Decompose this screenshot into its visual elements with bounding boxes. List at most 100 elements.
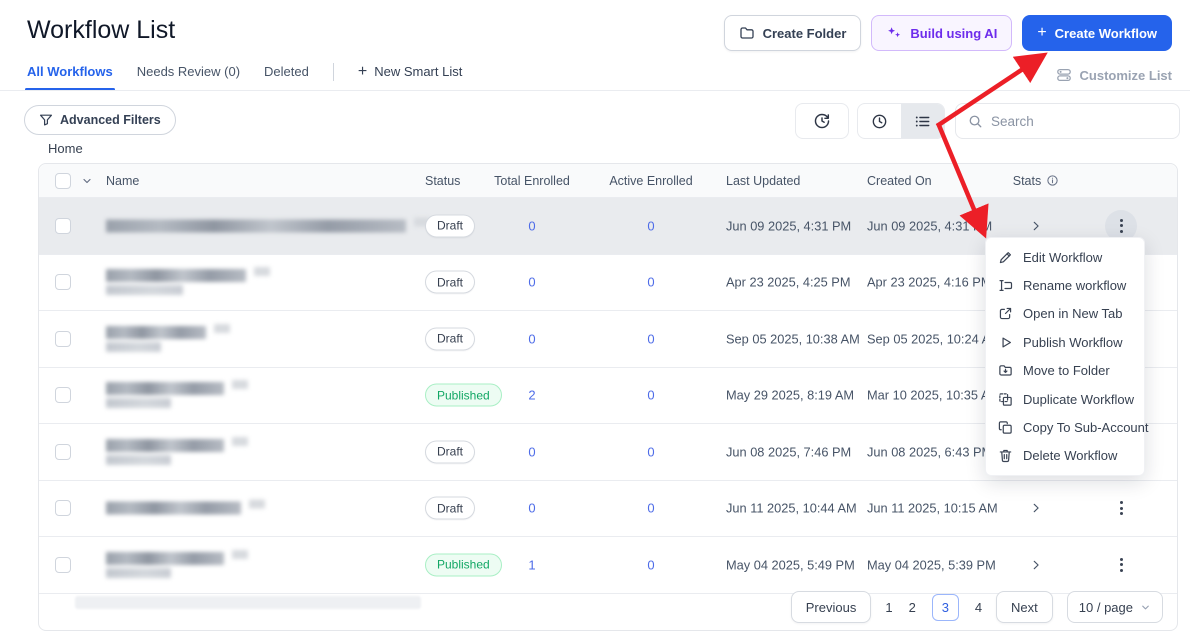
- last-updated-value: Jun 09 2025, 4:31 PM: [726, 218, 851, 233]
- breadcrumb[interactable]: Home: [48, 141, 83, 156]
- page-number-3[interactable]: 3: [932, 594, 959, 621]
- created-on-value: Mar 10 2025, 10:35 AM: [867, 388, 1000, 403]
- workflow-name-redacted[interactable]: [106, 382, 248, 408]
- build-using-ai-button[interactable]: Build using AI: [871, 15, 1012, 51]
- pagination: Previous 1 2 3 4 Next 10 / page: [791, 590, 1163, 624]
- stats-header-label: Stats: [1013, 174, 1042, 188]
- status-badge: Draft: [425, 497, 475, 520]
- active-enrolled-value[interactable]: 0: [596, 501, 706, 516]
- menu-item-duplicate-workflow[interactable]: Duplicate Workflow: [986, 385, 1144, 413]
- total-enrolled-value[interactable]: 2: [477, 388, 587, 403]
- menu-item-label: Copy To Sub-Account: [1023, 420, 1149, 435]
- chevron-down-icon[interactable]: [81, 175, 93, 187]
- page-size-label: 10 / page: [1079, 600, 1133, 615]
- total-enrolled-value[interactable]: 0: [477, 275, 587, 290]
- search-input[interactable]: [991, 114, 1168, 129]
- workflow-name-redacted[interactable]: [106, 552, 248, 578]
- column-header-created-on[interactable]: Created On: [867, 174, 932, 188]
- tab-needs-review[interactable]: Needs Review (0): [137, 64, 240, 88]
- column-header-active-enrolled[interactable]: Active Enrolled: [596, 174, 706, 188]
- table-row: Draft 0 0 Jun 11 2025, 10:44 AM Jun 11 2…: [39, 481, 1177, 538]
- select-all-checkbox[interactable]: [55, 173, 71, 189]
- menu-item-edit-workflow[interactable]: Edit Workflow: [986, 243, 1144, 271]
- menu-item-rename-workflow[interactable]: Rename workflow: [986, 271, 1144, 299]
- page-size-select[interactable]: 10 / page: [1067, 591, 1163, 623]
- row-checkbox[interactable]: [55, 218, 71, 234]
- stats-expand-chevron[interactable]: [1016, 501, 1056, 515]
- workflow-name-redacted[interactable]: [106, 439, 248, 465]
- row-menu-kebab[interactable]: [1105, 492, 1137, 524]
- total-enrolled-value[interactable]: 0: [477, 331, 587, 346]
- history-clock-icon: [813, 112, 831, 130]
- last-updated-value: Jun 08 2025, 7:46 PM: [726, 444, 851, 459]
- menu-item-open-in-new-tab[interactable]: Open in New Tab: [986, 300, 1144, 328]
- menu-item-label: Rename workflow: [1023, 278, 1126, 293]
- total-enrolled-value[interactable]: 0: [477, 218, 587, 233]
- status-badge: Draft: [425, 214, 475, 237]
- workflow-name-redacted[interactable]: [106, 219, 430, 232]
- status-badge: Draft: [425, 440, 475, 463]
- row-checkbox[interactable]: [55, 557, 71, 573]
- page-numbers: 1 2 3 4: [885, 594, 982, 621]
- new-smart-list-button[interactable]: + New Smart List: [358, 64, 462, 89]
- column-header-stats[interactable]: Stats: [1006, 174, 1066, 188]
- active-enrolled-value[interactable]: 0: [596, 388, 706, 403]
- workflow-name-redacted[interactable]: [106, 326, 230, 352]
- next-page-button[interactable]: Next: [996, 591, 1053, 623]
- last-updated-value: Apr 23 2025, 4:25 PM: [726, 275, 851, 290]
- menu-item-delete-workflow[interactable]: Delete Workflow: [986, 442, 1144, 470]
- total-enrolled-value[interactable]: 0: [477, 501, 587, 516]
- plus-icon: +: [1037, 25, 1046, 41]
- menu-item-move-to-folder[interactable]: Move to Folder: [986, 357, 1144, 385]
- active-enrolled-value[interactable]: 0: [596, 557, 706, 572]
- menu-item-publish-workflow[interactable]: Publish Workflow: [986, 328, 1144, 356]
- row-menu-kebab[interactable]: [1105, 549, 1137, 581]
- create-workflow-button[interactable]: + Create Workflow: [1022, 15, 1172, 51]
- row-checkbox[interactable]: [55, 387, 71, 403]
- total-enrolled-value[interactable]: 1: [477, 557, 587, 572]
- recent-view-toggle[interactable]: [858, 104, 901, 138]
- created-on-value: Jun 09 2025, 4:31 PM: [867, 218, 992, 233]
- create-folder-button[interactable]: Create Folder: [724, 15, 862, 51]
- workflow-name-redacted[interactable]: [106, 502, 265, 515]
- workflow-name-redacted[interactable]: [106, 269, 270, 295]
- row-checkbox[interactable]: [55, 444, 71, 460]
- stats-expand-chevron[interactable]: [1016, 219, 1056, 233]
- created-on-value: May 04 2025, 5:39 PM: [867, 557, 996, 572]
- tab-deleted[interactable]: Deleted: [264, 64, 309, 88]
- tab-all-workflows[interactable]: All Workflows: [27, 64, 113, 88]
- table-row: Published 1 0 May 04 2025, 5:49 PM May 0…: [39, 537, 1177, 594]
- stats-expand-chevron[interactable]: [1016, 558, 1056, 572]
- column-header-status[interactable]: Status: [425, 174, 460, 188]
- active-enrolled-value[interactable]: 0: [596, 275, 706, 290]
- column-header-name[interactable]: Name: [106, 174, 139, 188]
- active-enrolled-value[interactable]: 0: [596, 331, 706, 346]
- external-link-icon: [998, 306, 1013, 321]
- row-checkbox[interactable]: [55, 500, 71, 516]
- last-updated-value: Jun 11 2025, 10:44 AM: [726, 501, 857, 516]
- customize-list-button[interactable]: Customize List: [1056, 67, 1172, 83]
- list-view-toggle[interactable]: [901, 104, 944, 138]
- clock-icon: [871, 113, 888, 130]
- column-header-last-updated[interactable]: Last Updated: [726, 174, 800, 188]
- page-number-1[interactable]: 1: [885, 600, 892, 615]
- list-icon: [914, 113, 931, 130]
- row-checkbox[interactable]: [55, 274, 71, 290]
- total-enrolled-value[interactable]: 0: [477, 444, 587, 459]
- menu-item-label: Duplicate Workflow: [1023, 392, 1134, 407]
- info-icon[interactable]: [1046, 174, 1059, 187]
- menu-item-copy-to-sub-account[interactable]: Copy To Sub-Account: [986, 413, 1144, 441]
- row-checkbox[interactable]: [55, 331, 71, 347]
- ai-sparkles-icon: [886, 25, 902, 41]
- active-enrolled-value[interactable]: 0: [596, 218, 706, 233]
- previous-page-button[interactable]: Previous: [791, 591, 872, 623]
- new-smart-list-label: New Smart List: [374, 64, 462, 79]
- enrollment-history-button[interactable]: [795, 103, 849, 139]
- created-on-value: Jun 08 2025, 6:43 PM: [867, 444, 992, 459]
- active-enrolled-value[interactable]: 0: [596, 444, 706, 459]
- page-number-2[interactable]: 2: [909, 600, 916, 615]
- page-number-4[interactable]: 4: [975, 600, 982, 615]
- advanced-filters-button[interactable]: Advanced Filters: [24, 105, 176, 135]
- created-on-value: Apr 23 2025, 4:16 PM: [867, 275, 992, 290]
- column-header-total-enrolled[interactable]: Total Enrolled: [477, 174, 587, 188]
